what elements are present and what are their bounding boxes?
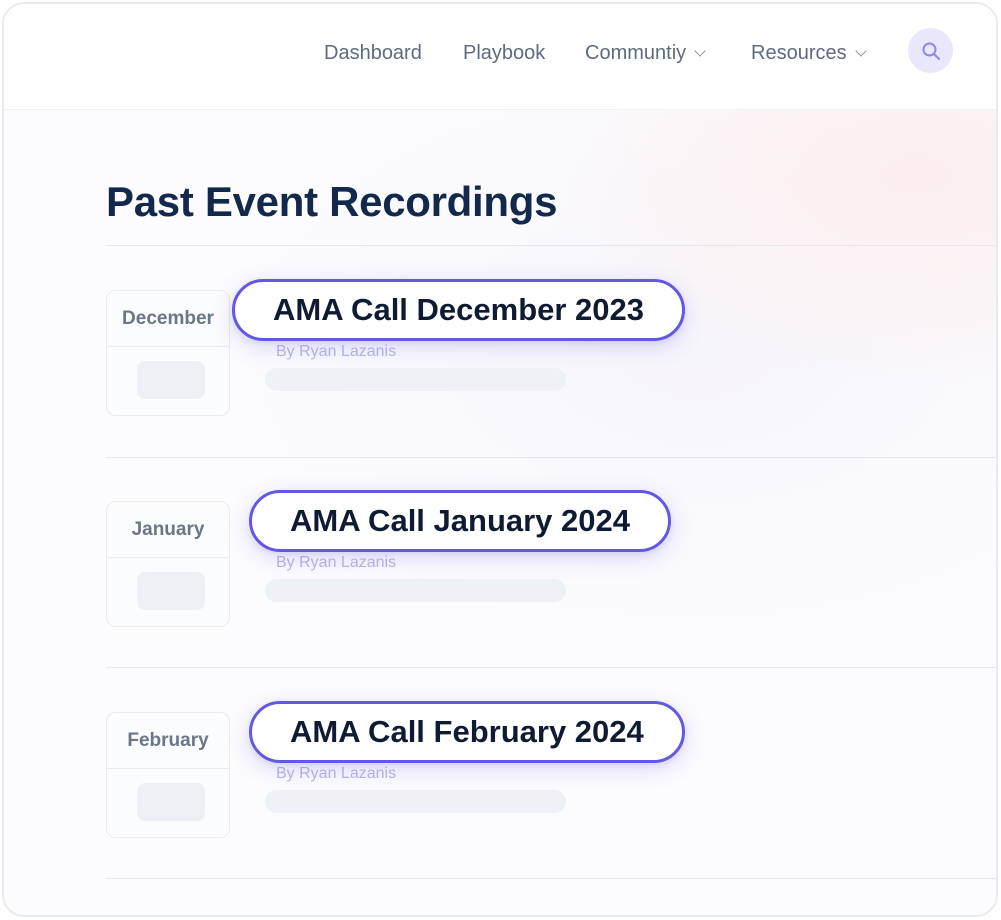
event-title[interactable]: AMA Call January 2024 [249,490,672,552]
event-item: February By Ryan Lazanis AMA Call Februa… [4,701,996,892]
nav-community[interactable]: Communtiy [585,38,706,68]
date-month: December [107,291,229,347]
event-title[interactable]: AMA Call February 2024 [249,701,685,763]
event-author: By Ryan Lazanis [276,343,397,360]
event-item: January By Ryan Lazanis AMA Call January… [4,490,996,681]
date-day-placeholder [137,572,205,610]
divider [106,457,996,458]
description-placeholder [265,579,566,602]
search-icon [922,42,940,60]
nav-resources[interactable]: Resources [751,38,867,68]
search-button[interactable] [908,28,953,73]
nav-community-label: Communtiy [585,42,687,64]
nav-dashboard[interactable]: Dashboard [324,38,422,68]
event-item: December By Ryan Lazanis AMA Call Decemb… [4,279,996,470]
divider [106,245,996,246]
date-card: January [106,501,230,627]
event-author: By Ryan Lazanis [276,554,397,571]
description-placeholder [265,368,566,391]
date-card: February [106,712,230,838]
date-month: February [107,713,229,769]
nav-playbook-label: Playbook [463,42,546,64]
divider [106,667,996,668]
event-title[interactable]: AMA Call December 2023 [232,279,686,341]
date-day-placeholder [137,783,205,821]
chevron-down-icon [694,45,706,57]
event-author: By Ryan Lazanis [276,765,397,782]
page-title: Past Event Recordings [106,178,558,225]
chevron-down-icon [854,45,867,57]
nav-dashboard-label: Dashboard [324,42,422,64]
main-content: Past Event Recordings December By Ryan L… [4,110,996,915]
date-month: January [107,502,229,558]
nav-resources-label: Resources [751,42,847,64]
date-card: December [106,290,230,416]
date-day-placeholder [137,361,205,399]
description-placeholder [265,790,566,813]
nav-playbook[interactable]: Playbook [463,38,545,68]
top-header: Dashboard Playbook Communtiy Resources [4,4,996,110]
divider [106,878,996,879]
app-window: Dashboard Playbook Communtiy Resources P… [2,2,998,917]
